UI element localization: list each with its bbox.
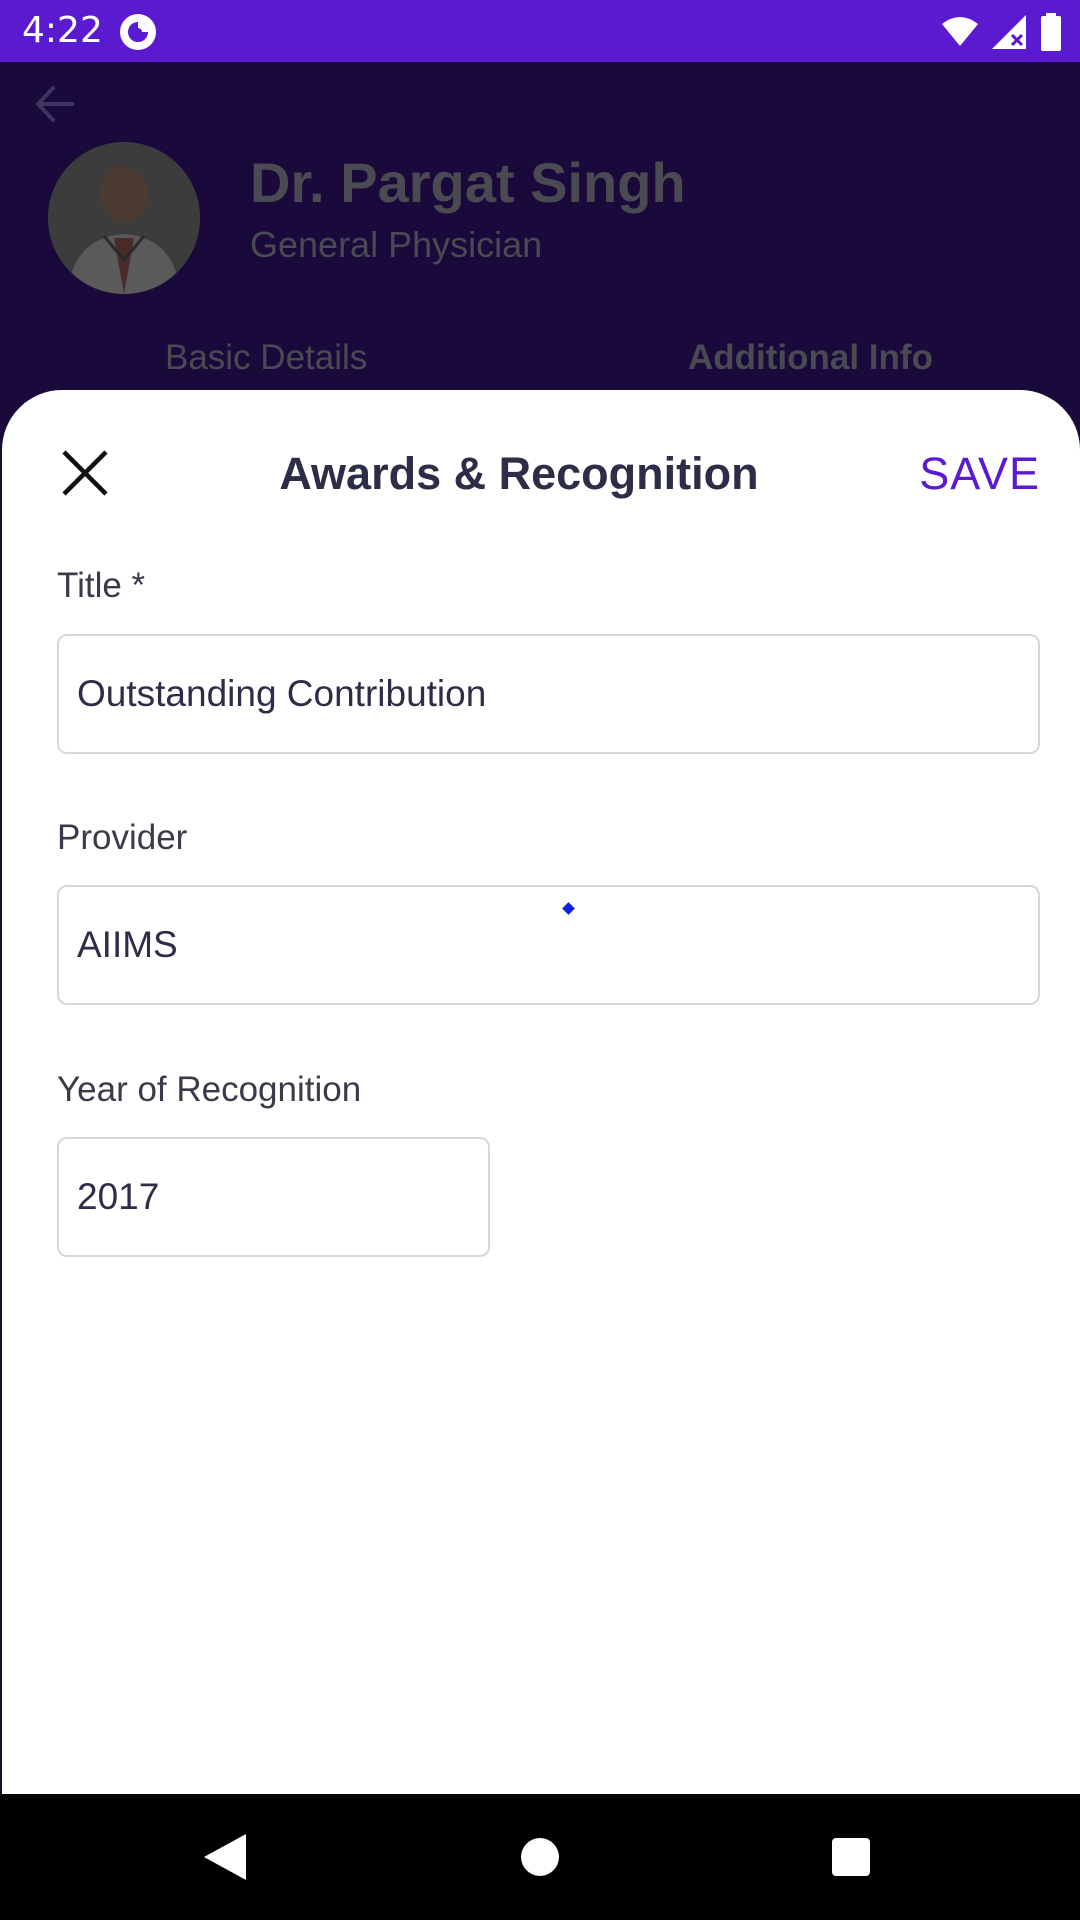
title-label: Title *	[57, 566, 146, 605]
nav-home-icon[interactable]	[521, 1838, 559, 1876]
doctor-name: Dr. Pargat Singh	[250, 151, 686, 214]
awards-bottom-sheet: Awards & Recognition SAVE Title * Outsta…	[2, 390, 1080, 1794]
navigation-bar	[0, 1794, 1080, 1920]
year-label: Year of Recognition	[57, 1070, 362, 1109]
doctor-photo	[48, 142, 200, 294]
profile-header: Dr. Pargat Singh General Physician Basic…	[0, 62, 1080, 402]
provider-label: Provider	[57, 818, 188, 857]
wifi-icon	[942, 17, 978, 46]
back-arrow-icon[interactable]	[30, 77, 84, 131]
battery-icon	[1041, 13, 1061, 51]
sheet-title: Awards & Recognition	[279, 448, 759, 499]
screen: 4:22 Dr. Pargat Singh General Physician …	[0, 0, 1080, 1920]
signal-icon	[992, 15, 1026, 49]
tab-additional-info[interactable]: Additional Info	[688, 338, 933, 378]
nav-recents-icon[interactable]	[832, 1838, 870, 1876]
provider-input[interactable]: AIIMS	[57, 885, 1040, 1005]
tab-basic-details[interactable]: Basic Details	[165, 338, 367, 378]
nav-back-icon[interactable]	[204, 1834, 248, 1880]
app-notification-icon	[120, 14, 156, 50]
status-bar: 4:22	[0, 0, 1080, 62]
status-icons	[940, 12, 1062, 52]
avatar	[48, 142, 200, 294]
title-input[interactable]: Outstanding Contribution	[57, 634, 1040, 754]
status-time: 4:22	[22, 10, 103, 51]
doctor-specialty: General Physician	[250, 224, 543, 265]
save-button[interactable]: SAVE	[919, 448, 1040, 500]
year-input[interactable]: 2017	[57, 1137, 490, 1257]
